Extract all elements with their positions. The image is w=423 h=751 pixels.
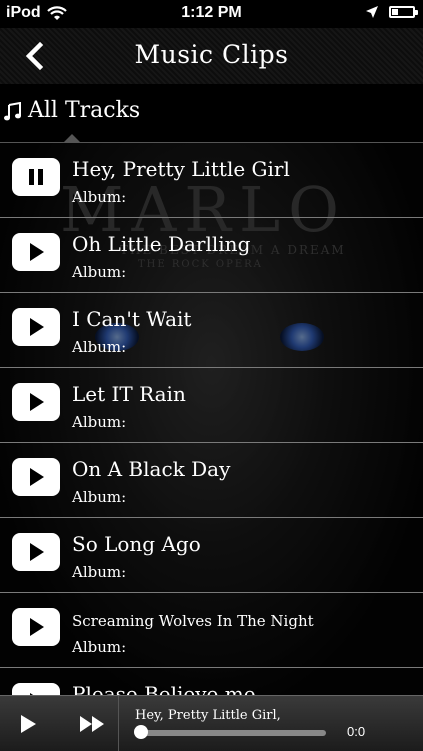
track-row[interactable]: Please Believe meAlbum: xyxy=(0,668,423,695)
pause-button[interactable] xyxy=(12,158,60,196)
track-row[interactable]: Oh Little Darlling Album: xyxy=(0,218,423,293)
track-row[interactable]: I Can't Wait Album: xyxy=(0,293,423,368)
clock: 1:12 PM xyxy=(181,4,242,21)
track-album: Album: xyxy=(72,413,127,431)
play-icon xyxy=(30,243,44,261)
fast-forward-button[interactable] xyxy=(78,712,106,736)
location-arrow-icon xyxy=(366,6,378,18)
track-title: So Long Ago xyxy=(72,532,201,556)
play-icon xyxy=(30,618,44,636)
navigation-bar: Music Clips xyxy=(0,28,423,85)
track-title: Let IT Rain xyxy=(72,382,186,406)
track-title: I Can't Wait xyxy=(72,307,192,331)
play-button[interactable] xyxy=(12,458,60,496)
track-title: Oh Little Darlling xyxy=(72,232,251,256)
track-row[interactable]: On A Black Day Album: xyxy=(0,443,423,518)
track-title: Hey, Pretty Little Girl xyxy=(72,157,290,181)
track-album: Album: xyxy=(72,488,127,506)
track-title: Screaming Wolves In The Night xyxy=(72,612,314,630)
battery-icon xyxy=(389,6,418,18)
track-title: Please Believe me xyxy=(72,682,256,695)
play-icon xyxy=(30,543,44,561)
elapsed-time: 0:0 xyxy=(347,724,366,739)
track-row[interactable]: Screaming Wolves In The Night Album: xyxy=(0,593,423,668)
play-icon xyxy=(21,715,36,733)
play-button[interactable] xyxy=(12,608,60,646)
page-title: Music Clips xyxy=(134,40,289,69)
track-album: Album: xyxy=(72,338,127,356)
progress-slider-thumb[interactable] xyxy=(134,725,148,739)
music-note-icon xyxy=(4,102,21,121)
status-right xyxy=(365,5,418,19)
status-bar: iPod 1:12 PM xyxy=(0,0,423,28)
section-header: All Tracks xyxy=(0,84,423,144)
track-album: Album: xyxy=(72,563,127,581)
battery-fill xyxy=(392,9,398,15)
pause-icon xyxy=(29,169,43,185)
play-icon xyxy=(30,693,34,695)
play-icon xyxy=(30,393,44,411)
track-album: Album: xyxy=(72,638,127,656)
play-icon xyxy=(30,468,44,486)
track-row[interactable]: So Long Ago Album: xyxy=(0,518,423,593)
progress-track[interactable] xyxy=(140,730,326,736)
track-title: On A Black Day xyxy=(72,457,231,481)
play-button[interactable] xyxy=(12,533,60,571)
track-list[interactable]: Hey, Pretty Little Girl Album: Oh Little D… xyxy=(0,143,423,695)
section-label: All Tracks xyxy=(28,98,141,123)
play-button[interactable] xyxy=(16,712,40,736)
play-button[interactable] xyxy=(12,683,60,695)
track-row[interactable]: Hey, Pretty Little Girl Album: xyxy=(0,143,423,218)
player-divider xyxy=(118,696,119,751)
player-bar: Hey, Pretty Little Girl, 0:0 xyxy=(0,695,423,751)
play-button[interactable] xyxy=(12,383,60,421)
now-playing-title: Hey, Pretty Little Girl, xyxy=(135,708,281,723)
play-button[interactable] xyxy=(12,308,60,346)
track-album: Album: xyxy=(72,263,127,281)
play-icon xyxy=(30,318,44,336)
track-album: Album: xyxy=(72,188,127,206)
play-button[interactable] xyxy=(12,233,60,271)
fast-forward-icon xyxy=(80,716,104,732)
track-row[interactable]: Let IT Rain Album: xyxy=(0,368,423,443)
